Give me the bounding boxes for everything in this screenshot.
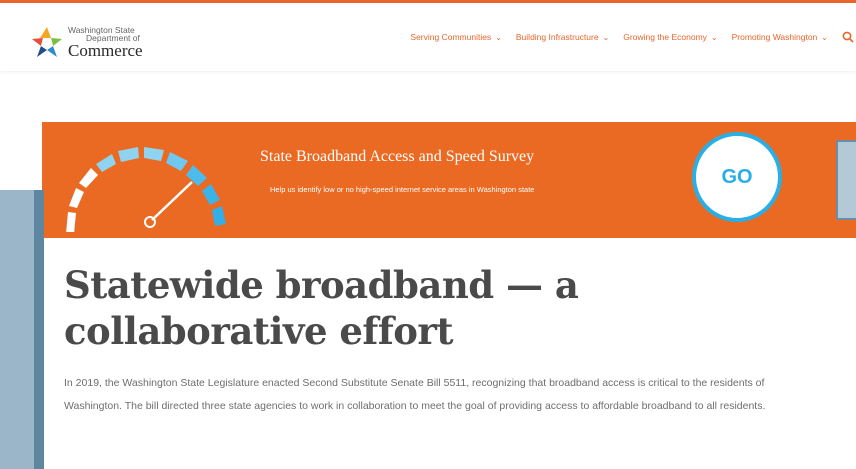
main-nav: Serving Communities ⌄ Building Infrastruc… [410, 31, 856, 43]
decorative-panel-edge [34, 190, 44, 469]
overlay-panel [836, 140, 856, 220]
nav-label: Promoting Washington [731, 32, 818, 42]
nav-item-serving-communities[interactable]: Serving Communities ⌄ [410, 32, 501, 42]
speedometer-icon [66, 147, 226, 232]
nav-item-growing-the-economy[interactable]: Growing the Economy ⌄ [623, 32, 717, 42]
intro-paragraph: In 2019, the Washington State Legislatur… [64, 377, 766, 412]
banner-subtitle: Help us identify low or no high-speed in… [270, 185, 535, 194]
go-button[interactable]: GO [692, 132, 782, 222]
chevron-down-icon: ⌄ [495, 33, 502, 42]
survey-banner[interactable]: State Broadband Access and Speed Survey … [42, 122, 856, 238]
chevron-down-icon: ⌄ [602, 33, 610, 42]
chevron-down-icon: ⌄ [710, 33, 718, 42]
nav-item-building-infrastructure[interactable]: Building Infrastructure ⌄ [516, 32, 609, 42]
nav-item-promoting-washington[interactable]: Promoting Washington ⌄ [732, 32, 828, 42]
nav-label: Serving Communities [410, 32, 492, 42]
page-title: Statewide broadband — a collaborative ef… [64, 263, 579, 353]
chevron-down-icon: ⌄ [821, 33, 828, 42]
banner-title: State Broadband Access and Speed Survey [260, 148, 535, 165]
nav-label: Growing the Economy [623, 32, 707, 42]
site-header: Washington State Department of Commerce … [0, 0, 856, 71]
logo-line-3: Commerce [68, 40, 143, 60]
search-icon[interactable] [842, 31, 854, 43]
nav-label: Building Infrastructure [515, 32, 599, 42]
